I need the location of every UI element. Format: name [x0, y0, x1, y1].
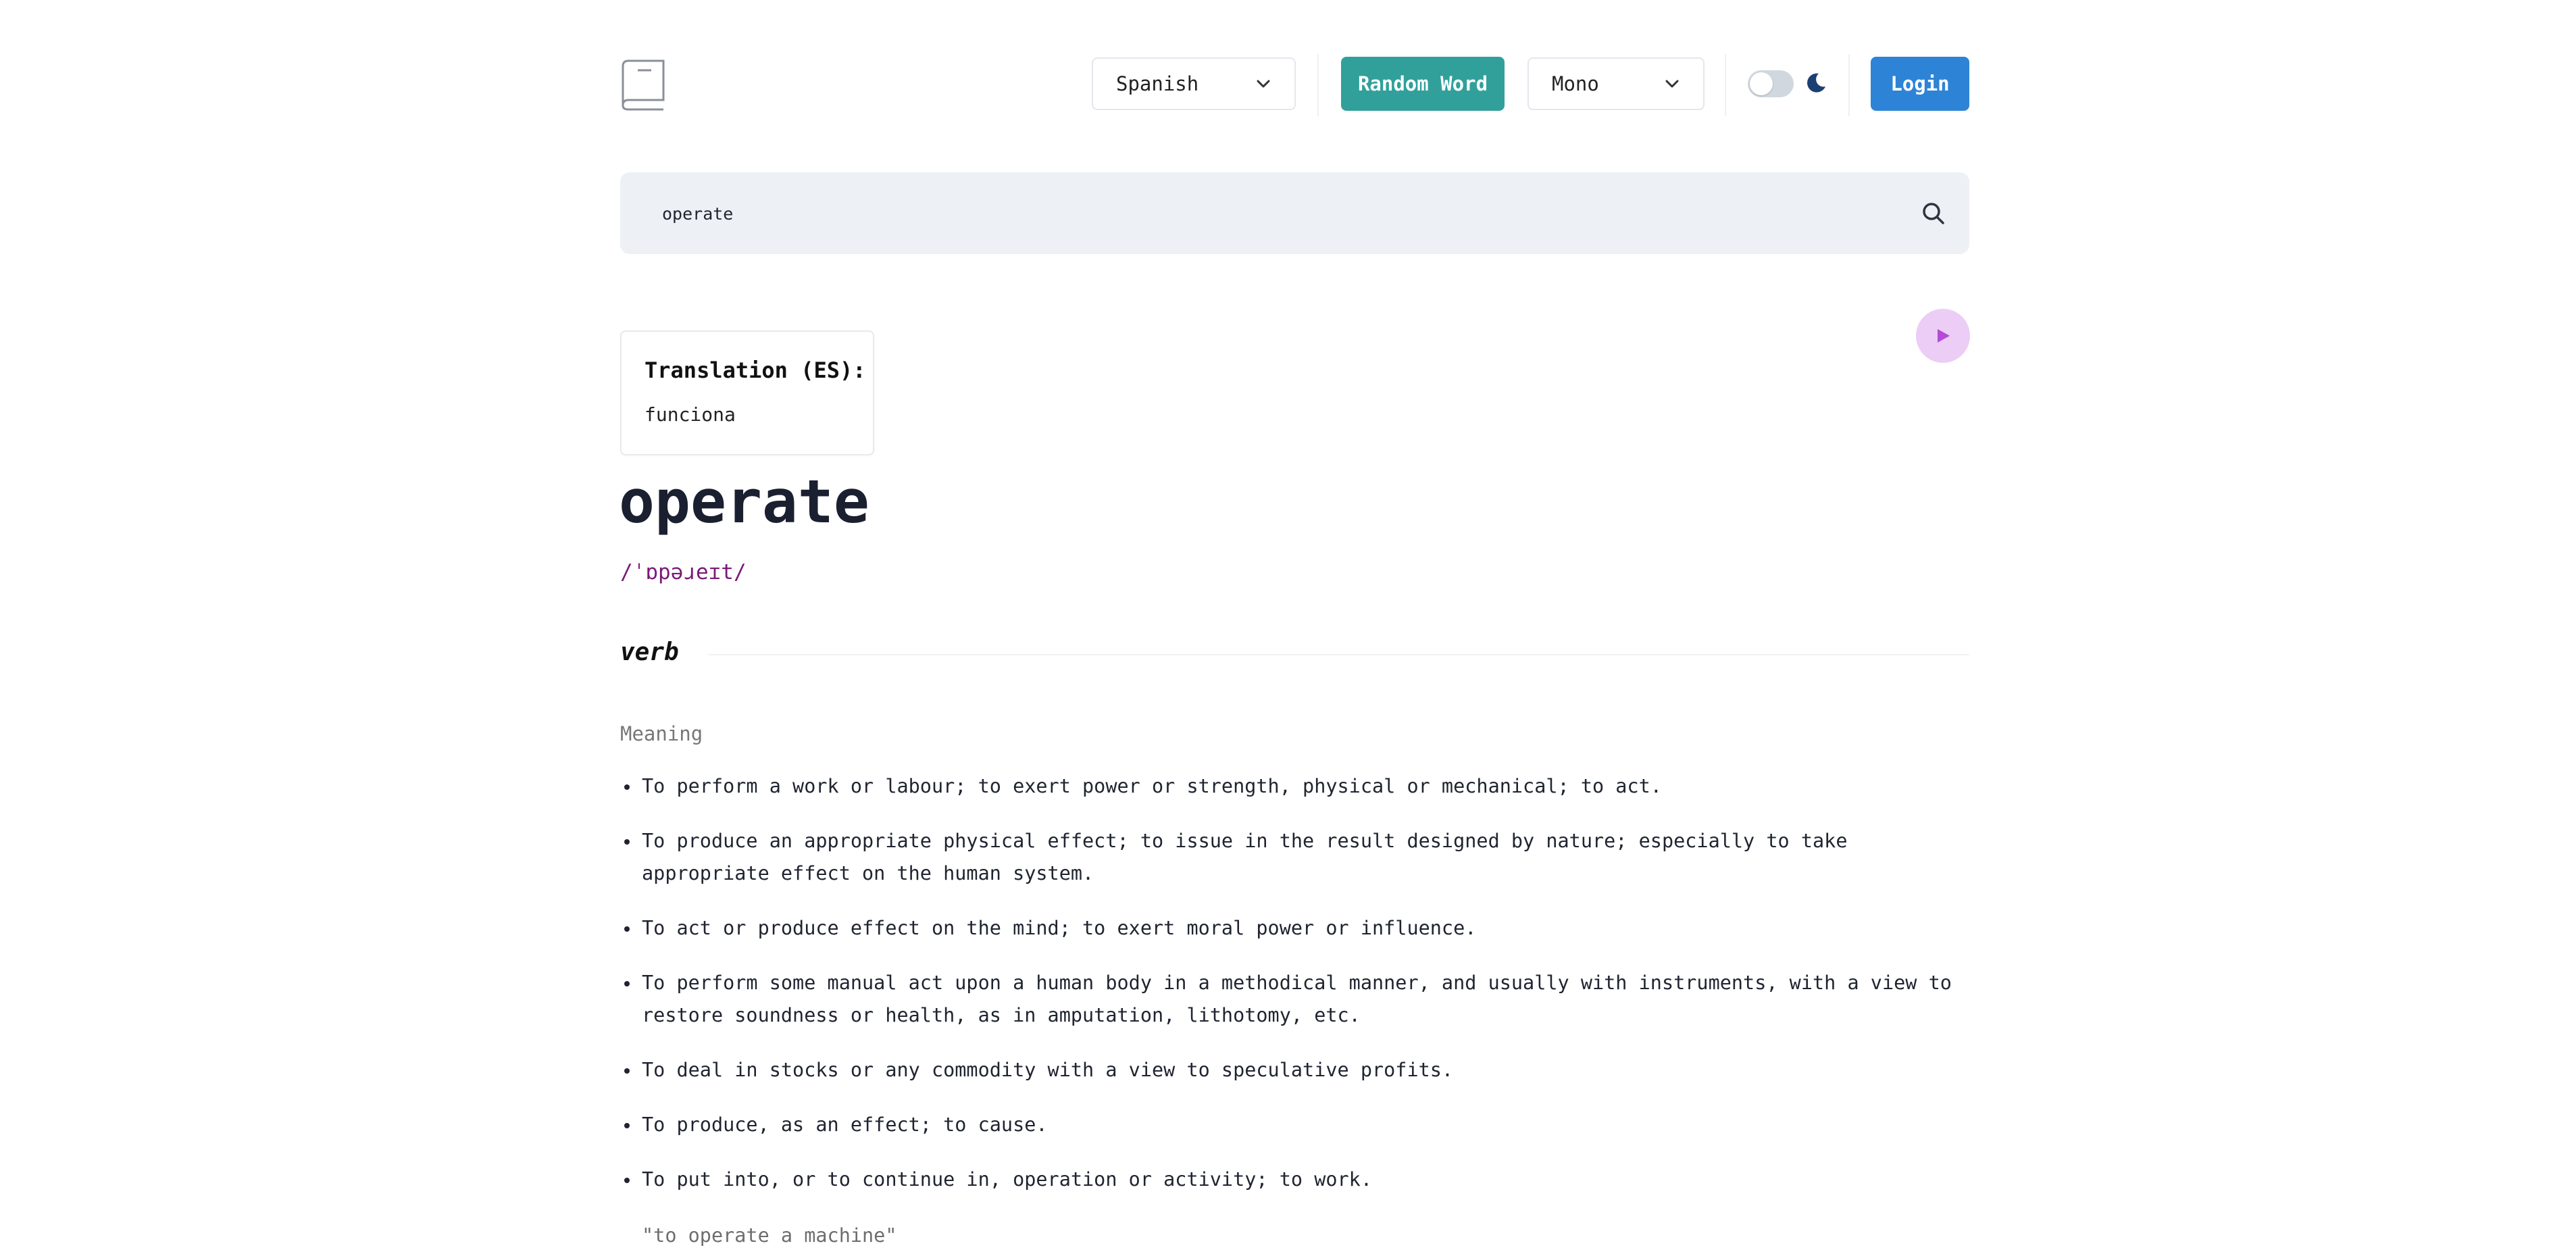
moon-icon [1807, 73, 1825, 93]
search-bar [620, 172, 1969, 255]
search-input[interactable] [661, 172, 1879, 255]
play-pronunciation-button[interactable] [1916, 309, 1970, 363]
chevron-down-icon [1664, 76, 1680, 92]
definitions-list: To perform a work or labour; to exert po… [620, 770, 1969, 1218]
header-divider [1848, 54, 1850, 116]
definition-item: To perform some manual act upon a human … [620, 967, 1969, 1032]
theme-toggle[interactable] [1748, 70, 1794, 97]
language-select[interactable]: Spanish [1092, 57, 1296, 110]
part-of-speech: verb [620, 638, 679, 666]
definition-item: To put into, or to continue in, operatio… [620, 1163, 1969, 1196]
header-divider [1317, 54, 1319, 116]
part-of-speech-divider [708, 654, 1969, 655]
header-divider [1725, 54, 1726, 116]
definition-item: To produce an appropriate physical effec… [620, 825, 1969, 890]
search-icon[interactable] [1921, 201, 1946, 226]
translation-card: Translation (ES): funciona [620, 330, 874, 455]
chevron-down-icon [1255, 76, 1271, 92]
translation-title: Translation (ES): [645, 357, 866, 383]
font-select-value: Mono [1552, 72, 1599, 95]
word-heading: operate [619, 467, 869, 536]
definition-item: To produce, as an effect; to cause. [620, 1109, 1969, 1141]
login-button[interactable]: Login [1871, 57, 1969, 111]
language-select-value: Spanish [1116, 72, 1199, 95]
toggle-knob [1750, 72, 1773, 95]
meaning-label: Meaning [620, 722, 703, 745]
play-icon [1938, 329, 1950, 343]
phonetic-text: /ˈɒpəɹeɪt/ [620, 560, 747, 584]
translation-value: funciona [645, 403, 736, 426]
font-select[interactable]: Mono [1527, 57, 1704, 110]
dictionary-page: Spanish Random Word Mono Login operate T… [0, 0, 2576, 1247]
random-word-button[interactable]: Random Word [1341, 57, 1505, 111]
definition-item: To perform a work or labour; to exert po… [620, 770, 1969, 803]
definition-item: To act or produce effect on the mind; to… [620, 912, 1969, 945]
book-icon[interactable] [620, 58, 667, 111]
definition-item: To deal in stocks or any commodity with … [620, 1054, 1969, 1086]
